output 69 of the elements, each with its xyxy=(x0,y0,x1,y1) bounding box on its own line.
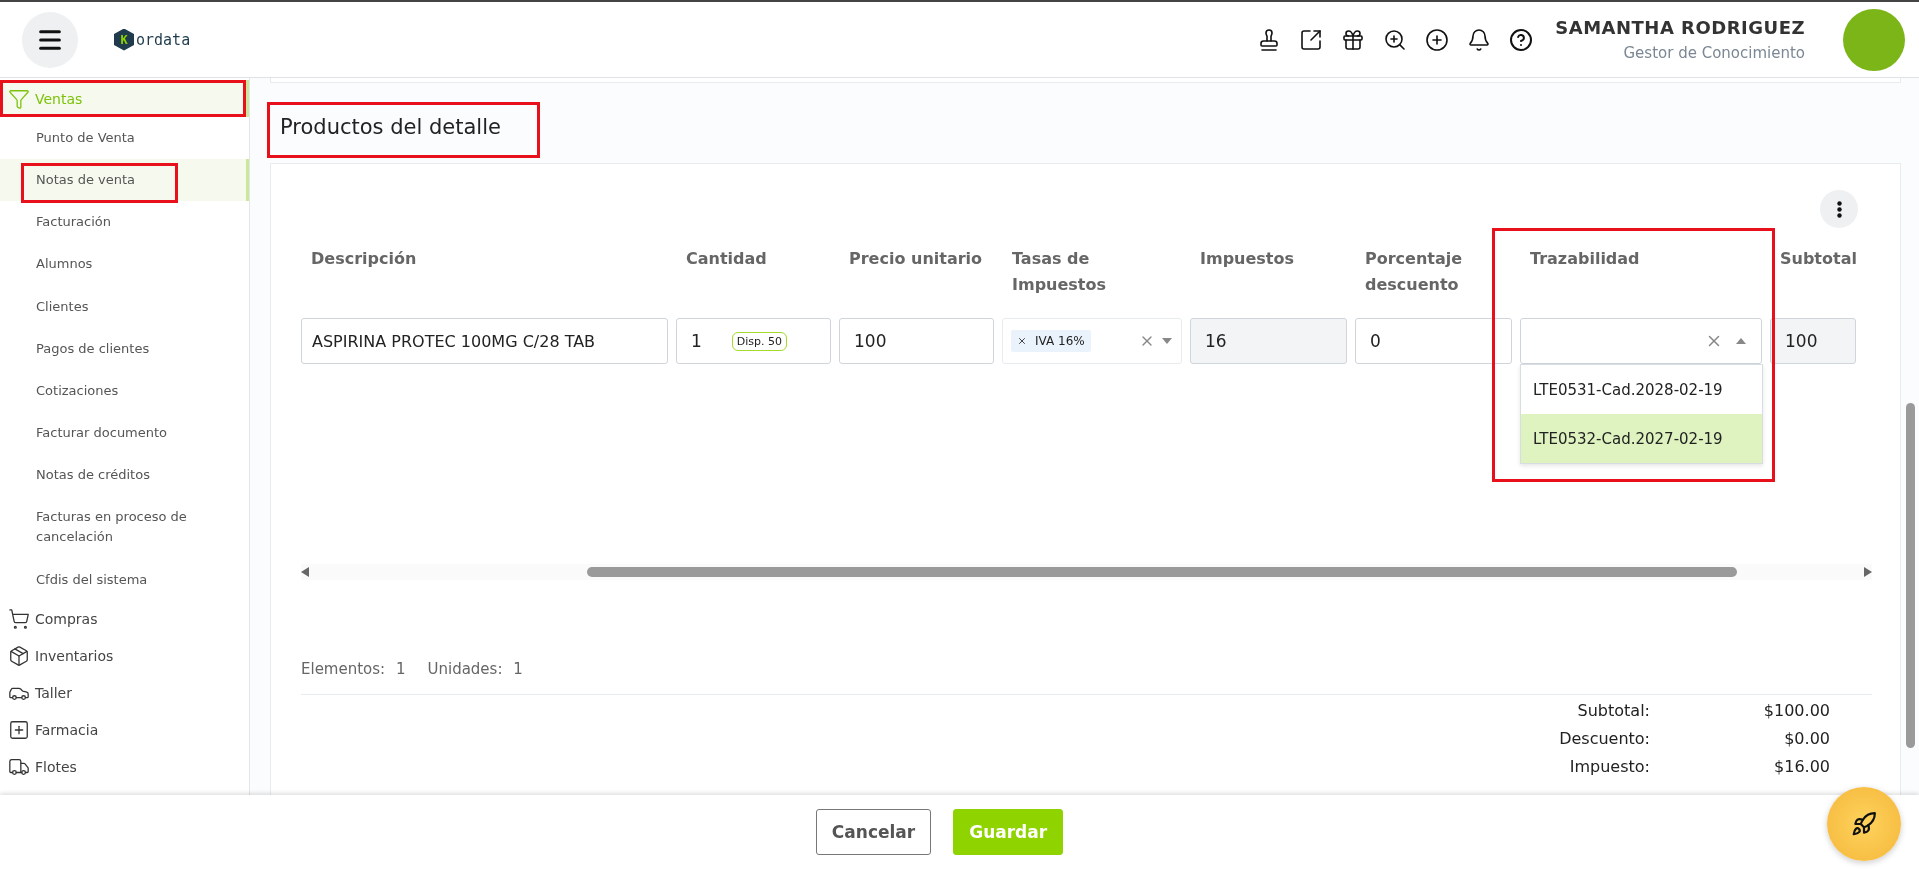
sidebar-item[interactable]: Notas de créditos xyxy=(0,454,249,497)
notification-icon[interactable] xyxy=(1467,27,1492,52)
column-header: Descripción xyxy=(310,248,418,270)
available-badge: Disp. 50 xyxy=(731,331,788,351)
readonly-field: 16 xyxy=(1190,318,1347,364)
sidebar-item[interactable]: Cotizaciones xyxy=(0,369,249,412)
add-icon[interactable] xyxy=(1425,27,1450,52)
summary-count: Elementos: 1 xyxy=(301,660,406,678)
column-header: Porcentaje descuento xyxy=(1364,248,1464,297)
sidebar-item[interactable]: Facturas en proceso de cancelación xyxy=(0,496,249,559)
total-label: Impuesto: xyxy=(1568,757,1650,776)
summary-count: Unidades: 1 xyxy=(427,660,523,678)
column-header: Precio unitario xyxy=(848,248,984,270)
more-options-button[interactable] xyxy=(1820,190,1858,228)
sidebar-item[interactable]: Facturación xyxy=(0,201,249,244)
sidebar-group[interactable]: Compras xyxy=(0,600,249,638)
column-header: Cantidad xyxy=(685,248,768,270)
sidebar-group[interactable]: Inventarios xyxy=(0,637,249,675)
quantity-value: 1 xyxy=(691,331,702,351)
sidebar-item[interactable]: Punto de Venta xyxy=(0,117,249,160)
sidebar-group[interactable]: Flotes xyxy=(0,748,249,786)
column-header: Subtotal xyxy=(1779,248,1856,270)
caret-icon[interactable] xyxy=(1161,337,1173,345)
cart-icon xyxy=(8,608,30,631)
vertical-scrollbar[interactable] xyxy=(1906,403,1915,748)
tax-select[interactable]: IVA 16% xyxy=(1002,318,1182,364)
scroll-left-icon[interactable] xyxy=(301,567,309,577)
quantity-field[interactable]: 1 Disp. 50 xyxy=(676,318,831,364)
rocket-icon xyxy=(1851,811,1877,837)
user-role: Gestor de Conocimiento xyxy=(1623,44,1805,62)
tax-tag[interactable]: IVA 16% xyxy=(1011,330,1091,352)
readonly-field: 100 xyxy=(1770,318,1856,364)
scroll-right-icon[interactable] xyxy=(1864,567,1872,577)
external-link-icon[interactable] xyxy=(1299,27,1324,52)
input-field[interactable]: 100 xyxy=(839,318,994,364)
horizontal-scrollbar[interactable] xyxy=(301,564,1872,580)
dropdown-option[interactable]: LTE0531-Cad.2028-02-19 xyxy=(1521,365,1762,414)
more-icon xyxy=(1836,200,1842,218)
sidebar-group[interactable]: Taller xyxy=(0,674,249,712)
first-aid-icon xyxy=(8,719,30,742)
sidebar-item[interactable]: Facturar documento xyxy=(0,412,249,455)
zoom-icon[interactable] xyxy=(1383,27,1408,52)
dropdown-option[interactable]: LTE0532-Cad.2027-02-19 xyxy=(1521,414,1762,463)
sidebar-group[interactable]: Farmacia xyxy=(0,711,249,749)
gift-icon[interactable] xyxy=(1341,27,1366,52)
input-field[interactable]: 0 xyxy=(1355,318,1512,364)
sidebar-item[interactable]: Cfdis del sistema xyxy=(0,558,249,601)
user-name: SAMANTHA RODRIGUEZ xyxy=(1555,17,1805,38)
cancel-button[interactable]: Cancelar xyxy=(815,809,932,855)
total-value: $16.00 xyxy=(1773,757,1830,776)
caret-icon[interactable] xyxy=(1735,337,1747,345)
total-value: $100.00 xyxy=(1762,701,1830,720)
section-title: Productos del detalle xyxy=(270,105,537,155)
remove-icon[interactable] xyxy=(1017,336,1027,346)
help-icon[interactable] xyxy=(1509,27,1534,52)
boxes-icon xyxy=(8,645,30,668)
description-field[interactable]: ASPIRINA PROTEC 100MG C/28 TAB xyxy=(301,318,668,364)
funnel-icon xyxy=(8,87,30,110)
sidebar-item[interactable]: Pagos de clientes xyxy=(0,327,249,370)
column-header: Tasas de Impuestos xyxy=(1011,248,1107,297)
total-label: Subtotal: xyxy=(1576,701,1650,720)
total-label: Descuento: xyxy=(1559,729,1650,748)
column-header: Trazabilidad xyxy=(1529,248,1641,270)
sidebar-item[interactable]: Clientes xyxy=(0,285,249,328)
logo[interactable]: K ordata xyxy=(114,28,191,51)
column-header: Impuestos xyxy=(1199,248,1295,270)
sidebar-item[interactable]: Alumnos xyxy=(0,243,249,286)
sidebar-item[interactable]: Notas de venta xyxy=(0,159,249,202)
total-value: $0.00 xyxy=(1783,729,1830,748)
